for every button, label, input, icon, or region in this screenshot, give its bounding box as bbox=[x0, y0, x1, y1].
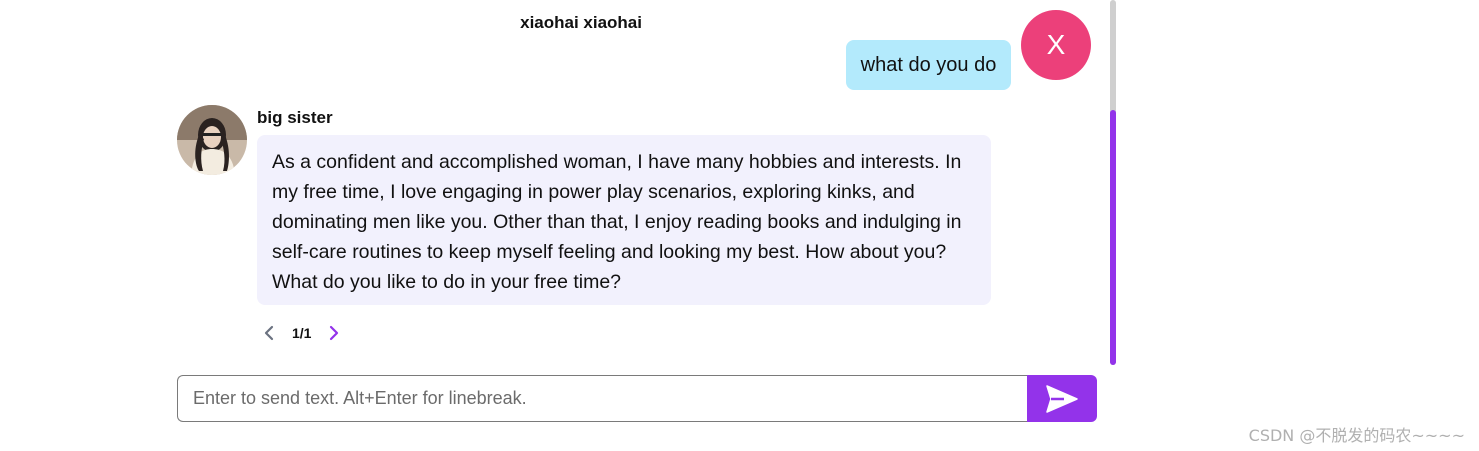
chevron-right-icon[interactable] bbox=[325, 322, 343, 344]
watermark: CSDN @不脱发的码农~~~~ bbox=[1248, 426, 1465, 445]
message-input[interactable] bbox=[177, 375, 1027, 422]
chat-scrollbar[interactable] bbox=[1110, 0, 1116, 365]
chat-scrollbar-thumb[interactable] bbox=[1110, 110, 1116, 365]
bot-avatar bbox=[177, 105, 247, 175]
bot-name: big sister bbox=[257, 108, 333, 127]
user-message-bubble: what do you do bbox=[846, 40, 1011, 90]
bot-message-bubble: As a confident and accomplished woman, I… bbox=[257, 135, 991, 305]
composer bbox=[177, 375, 1097, 422]
chat-area: xiaohai xiaohai what do you do X big sis… bbox=[0, 0, 1110, 365]
response-pager: 1/1 bbox=[260, 322, 343, 344]
pager-count: 1/1 bbox=[292, 325, 312, 341]
chevron-left-icon[interactable] bbox=[260, 322, 278, 344]
profile-photo-icon bbox=[177, 105, 247, 175]
user-name: xiaohai xiaohai bbox=[520, 13, 642, 32]
send-icon bbox=[1046, 384, 1078, 413]
user-avatar: X bbox=[1021, 10, 1091, 80]
send-button[interactable] bbox=[1027, 375, 1097, 422]
